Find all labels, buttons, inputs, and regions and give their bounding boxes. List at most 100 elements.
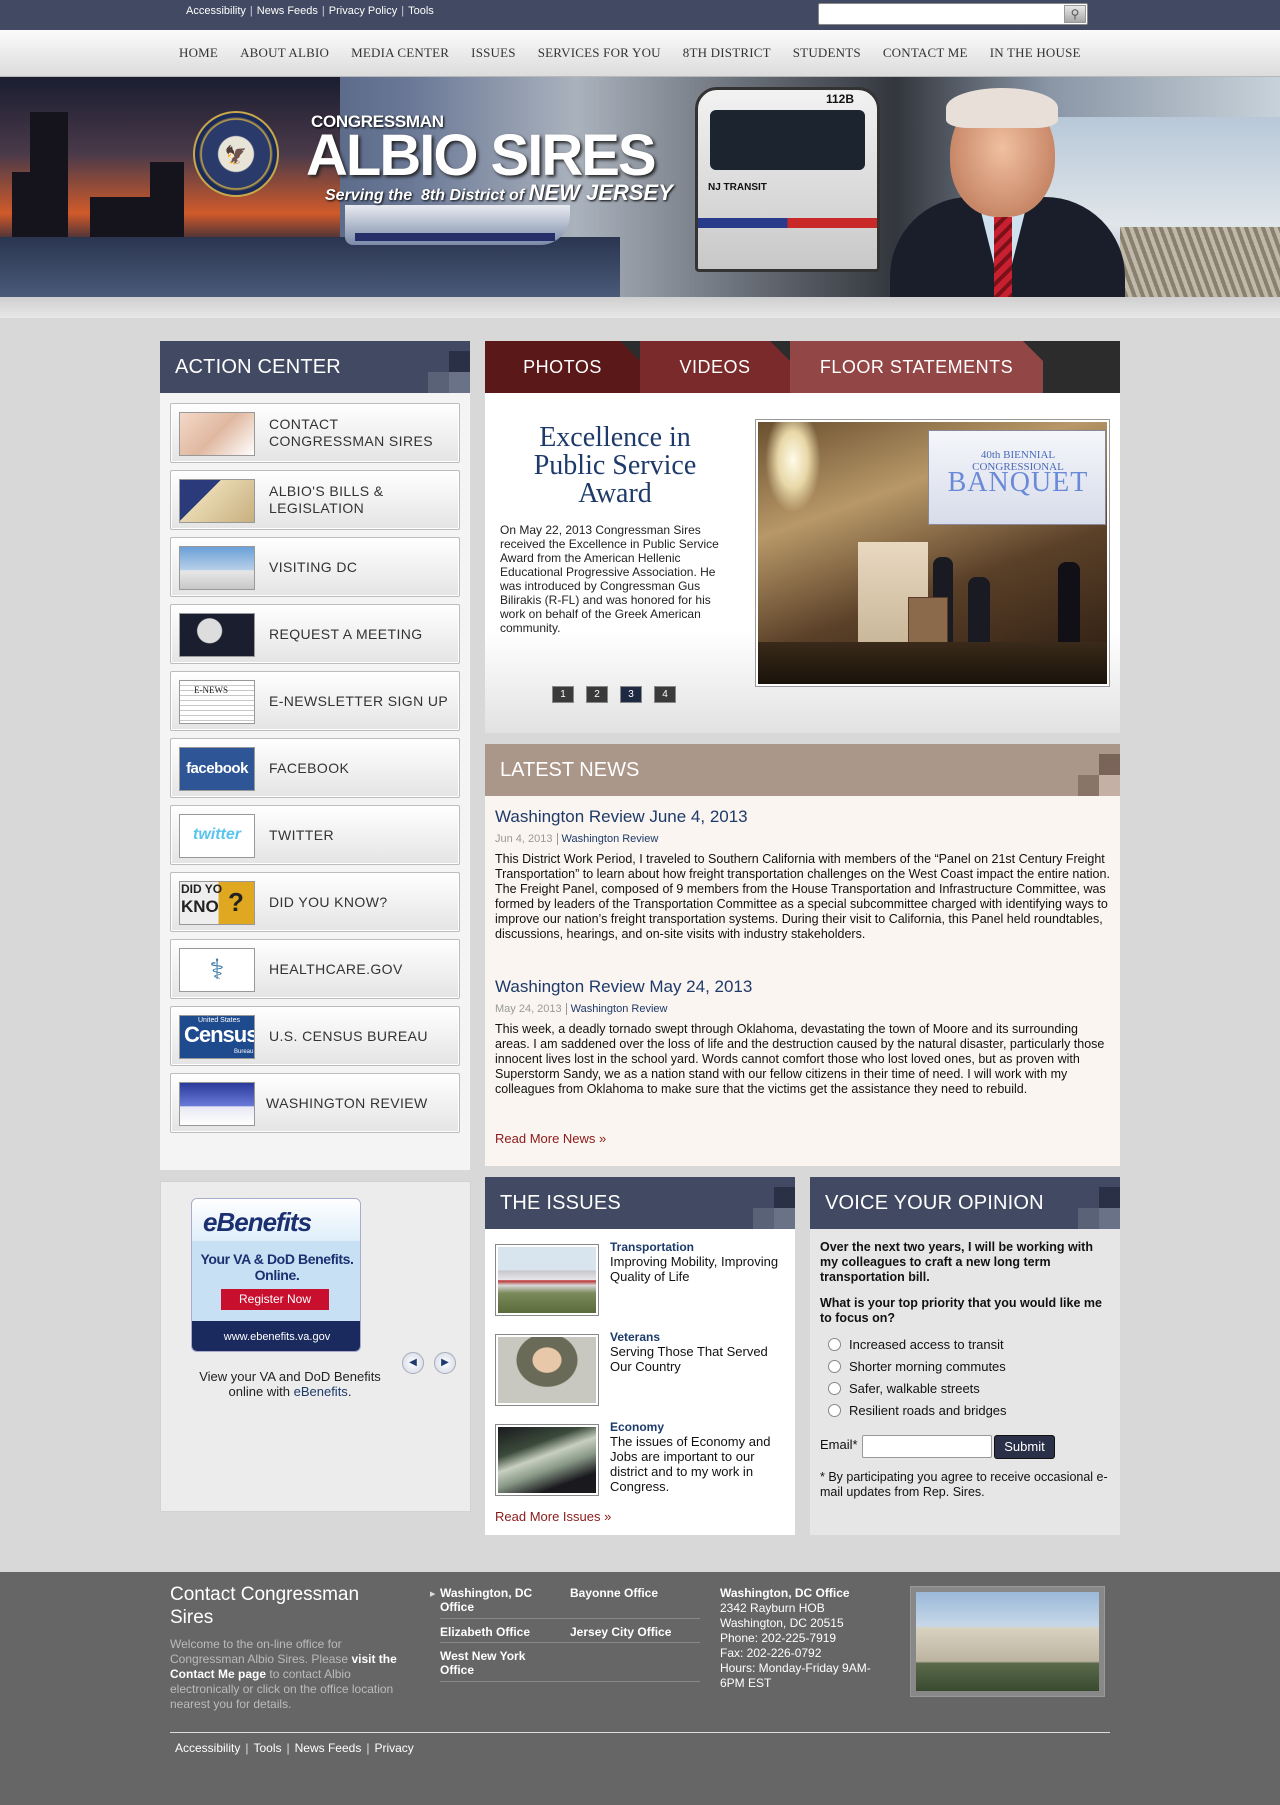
- news-item-title[interactable]: Washington Review May 24, 2013: [495, 977, 752, 997]
- footer-link-accessibility[interactable]: Accessibility: [175, 1741, 240, 1755]
- nav-media-center[interactable]: MEDIA CENTER: [340, 45, 460, 61]
- top-link-privacy-policy[interactable]: Privacy Policy: [329, 5, 397, 17]
- veterans-thumbnail[interactable]: [495, 1334, 599, 1406]
- action-label: TWITTER: [269, 826, 335, 843]
- banner-shadow: [0, 297, 1280, 318]
- action-facebook[interactable]: facebook FACEBOOK: [170, 738, 460, 798]
- carousel-next-button[interactable]: ▶: [434, 1352, 456, 1374]
- radio-button[interactable]: [828, 1404, 841, 1417]
- office-west-new-york[interactable]: West New York Office: [440, 1649, 540, 1677]
- ferry-boat: [345, 205, 570, 245]
- poll-option[interactable]: Resilient roads and bridges: [828, 1403, 1007, 1418]
- action-enewsletter[interactable]: E-NEWS E-NEWSLETTER SIGN UP: [170, 671, 460, 731]
- action-healthcare-gov[interactable]: ⚕ HEALTHCARE.GOV: [170, 939, 460, 999]
- slide-title[interactable]: Excellence in Public Service Award: [510, 424, 720, 508]
- news-item-title[interactable]: Washington Review June 4, 2013: [495, 807, 748, 827]
- carousel-prev-button[interactable]: ◀: [402, 1352, 424, 1374]
- main-nav: HOME ABOUT ALBIO MEDIA CENTER ISSUES SER…: [0, 30, 1280, 77]
- office-washington-dc[interactable]: Washington, DC Office: [440, 1586, 560, 1614]
- nav-contact-me[interactable]: CONTACT ME: [872, 45, 979, 61]
- nav-about-albio[interactable]: ABOUT ALBIO: [229, 45, 340, 61]
- radio-button[interactable]: [828, 1360, 841, 1373]
- banquet-screen: 40th BIENNIAL CONGRESSIONAL BANQUET: [928, 430, 1106, 525]
- action-visiting-dc[interactable]: VISITING DC: [170, 537, 460, 597]
- nav-home[interactable]: HOME: [168, 45, 229, 61]
- banner-title: ALBIO SIRES: [306, 123, 657, 188]
- action-washington-review[interactable]: WASHINGTON REVIEW: [170, 1073, 460, 1133]
- action-census-bureau[interactable]: United States Census Bureau U.S. CENSUS …: [170, 1006, 460, 1066]
- transportation-thumbnail[interactable]: [495, 1244, 599, 1316]
- issue-text: Serving Those That Served Our Country: [610, 1344, 768, 1374]
- slide-page-1[interactable]: 1: [552, 686, 574, 703]
- top-link-accessibility[interactable]: Accessibility: [186, 5, 246, 17]
- facebook-icon: facebook: [179, 747, 255, 791]
- office-bayonne[interactable]: Bayonne Office: [570, 1586, 658, 1600]
- typing-hands-icon: [179, 412, 255, 456]
- nav-services-for-you[interactable]: SERVICES FOR YOU: [527, 45, 672, 61]
- news-category-link[interactable]: Washington Review: [571, 1003, 668, 1015]
- top-link-news-feeds[interactable]: News Feeds: [257, 5, 318, 17]
- economy-thumbnail[interactable]: [495, 1424, 599, 1496]
- poll-option[interactable]: Safer, walkable streets: [828, 1381, 980, 1396]
- slide-page-2[interactable]: 2: [586, 686, 608, 703]
- action-did-you-know[interactable]: DID YO KNO ? DID YOU KNOW?: [170, 872, 460, 932]
- footer-link-news-feeds[interactable]: News Feeds: [295, 1741, 362, 1755]
- nav-students[interactable]: STUDENTS: [782, 45, 872, 61]
- audience: [758, 642, 1107, 684]
- slide-photo[interactable]: 40th BIENNIAL CONGRESSIONAL BANQUET: [755, 419, 1110, 687]
- footer-title: Contact Congressman Sires: [170, 1584, 360, 1628]
- news-category-link[interactable]: Washington Review: [562, 833, 659, 845]
- ebenefits-banner[interactable]: eBenefits Your VA & DoD Benefits. Online…: [191, 1198, 361, 1352]
- banner-tagline: Serving the 8th District of NEW JERSEY: [325, 180, 673, 205]
- twitter-icon: twitter: [179, 814, 255, 858]
- poll-option[interactable]: Shorter morning commutes: [828, 1359, 1006, 1374]
- tab-videos[interactable]: VIDEOS: [640, 341, 790, 393]
- tab-photos[interactable]: PHOTOS: [485, 341, 640, 393]
- email-label: Email*: [820, 1437, 858, 1452]
- read-more-issues-link[interactable]: Read More Issues »: [495, 1509, 611, 1524]
- radio-button[interactable]: [828, 1338, 841, 1351]
- submit-button[interactable]: Submit: [994, 1435, 1055, 1459]
- issue-title-economy[interactable]: Economy: [610, 1420, 664, 1434]
- poll-option[interactable]: Increased access to transit: [828, 1337, 1004, 1352]
- issue-title-transportation[interactable]: Transportation: [610, 1240, 694, 1254]
- nav-issues[interactable]: ISSUES: [460, 45, 527, 61]
- office-building-photo: [910, 1586, 1105, 1697]
- action-contact-congressman[interactable]: CONTACT CONGRESSMAN SIRES: [170, 403, 460, 463]
- office-jersey-city[interactable]: Jersey City Office: [570, 1625, 671, 1639]
- issue-text: Improving Mobility, Improving Quality of…: [610, 1254, 779, 1284]
- constitution-icon: [179, 479, 255, 523]
- tab-floor-statements[interactable]: FLOOR STATEMENTS: [790, 341, 1043, 393]
- office-divider: [440, 1618, 700, 1619]
- search-button[interactable]: ⚲: [1064, 5, 1086, 23]
- poll-intro: Over the next two years, I will be worki…: [820, 1240, 1093, 1284]
- meeting-icon: [179, 613, 255, 657]
- slide-page-3[interactable]: 3: [620, 686, 642, 703]
- read-more-news-link[interactable]: Read More News »: [495, 1131, 606, 1146]
- top-link-tools[interactable]: Tools: [408, 5, 434, 17]
- nav-in-the-house[interactable]: IN THE HOUSE: [979, 45, 1092, 61]
- ebenefits-link[interactable]: eBenefits: [294, 1384, 348, 1399]
- register-now-button[interactable]: Register Now: [221, 1289, 329, 1310]
- action-bills-legislation[interactable]: ALBIO'S BILLS & LEGISLATION: [170, 470, 460, 530]
- news-item-meta: May 24, 2013 Washington Review: [495, 1003, 668, 1015]
- arrow-right-icon: ▶: [441, 1357, 449, 1368]
- footer-link-tools[interactable]: Tools: [253, 1741, 281, 1755]
- issue-title-veterans[interactable]: Veterans: [610, 1330, 660, 1344]
- skyscraper: [90, 197, 150, 237]
- radio-button[interactable]: [828, 1382, 841, 1395]
- latest-news-header: LATEST NEWS: [485, 744, 1120, 796]
- email-field[interactable]: [865, 1437, 989, 1456]
- action-request-meeting[interactable]: REQUEST A MEETING: [170, 604, 460, 664]
- slide-page-4[interactable]: 4: [654, 686, 676, 703]
- office-elizabeth[interactable]: Elizabeth Office: [440, 1625, 530, 1639]
- search-input[interactable]: [821, 5, 1061, 23]
- skyscraper: [150, 162, 184, 237]
- action-twitter[interactable]: twitter TWITTER: [170, 805, 460, 865]
- footer-link-privacy[interactable]: Privacy: [374, 1741, 413, 1755]
- poll-header: VOICE YOUR OPINION: [810, 1177, 1120, 1229]
- boardwalk-railing: [1120, 227, 1280, 297]
- nav-8th-district[interactable]: 8TH DISTRICT: [672, 45, 782, 61]
- house-seal-icon: 🦅: [193, 111, 279, 197]
- newsletter-icon: E-NEWS: [179, 680, 255, 724]
